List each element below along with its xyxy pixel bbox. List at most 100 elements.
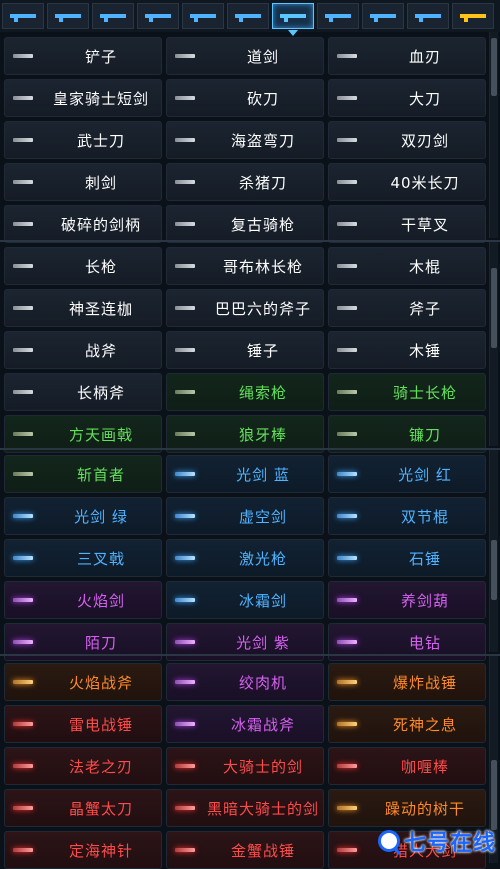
weapon-card[interactable]: 雷电战锤 [4,705,162,743]
weapon-icon [5,539,41,577]
section-divider [0,240,500,242]
weapon-card[interactable]: 海盗弯刀 [166,121,324,159]
scrollbar-thumb[interactable] [491,268,497,348]
weapon-icon [329,331,365,369]
tab-rifle[interactable] [47,3,89,29]
weapon-card[interactable]: 木锤 [328,331,486,369]
weapon-card[interactable]: 冰霜剑 [166,581,324,619]
weapon-icon [5,455,41,493]
weapon-card[interactable]: 斩首者 [4,455,162,493]
shotgun-icon [100,14,126,22]
selected-tab-indicator [288,30,298,36]
weapon-card[interactable]: 晶蟹太刀 [4,789,162,827]
weapon-card[interactable]: 木棍 [328,247,486,285]
weapon-icon [5,121,41,159]
weapon-card[interactable]: 金蟹战锤 [166,831,324,869]
weapon-card[interactable]: 火焰战斧 [4,663,162,701]
weapon-card[interactable]: 铲子 [4,37,162,75]
tab-pistol[interactable] [2,3,44,29]
weapon-card[interactable]: 巴巴六的斧子 [166,289,324,327]
weapon-card[interactable]: 大骑士的剑 [166,747,324,785]
scrollbar-thumb[interactable] [491,760,497,830]
weapon-card[interactable]: 咖喱棒 [328,747,486,785]
tab-shuriken[interactable] [362,3,404,29]
weapon-card[interactable]: 双节棍 [328,497,486,535]
weapon-card[interactable]: 皇家骑士短剑 [4,79,162,117]
weapon-card[interactable]: 定海神针 [4,831,162,869]
weapon-card[interactable]: 哥布林长枪 [166,247,324,285]
tab-heavy-gun[interactable] [137,3,179,29]
weapon-name: 巴巴六的斧子 [214,299,311,318]
weapon-name: 木棍 [408,257,441,276]
weapon-card[interactable]: 死神之息 [328,705,486,743]
weapon-card[interactable]: 武士刀 [4,121,162,159]
weapon-card[interactable]: 爆炸战锤 [328,663,486,701]
weapon-icon [167,373,203,411]
weapon-icon [5,289,41,327]
weapon-card[interactable]: 长枪 [4,247,162,285]
weapon-card[interactable]: 40米长刀 [328,163,486,201]
weapon-card[interactable]: 冰霜战斧 [166,705,324,743]
crown-icon [460,14,486,22]
weapon-card[interactable]: 神圣连枷 [4,289,162,327]
tab-shotgun[interactable] [92,3,134,29]
weapon-name: 铲子 [84,47,117,66]
weapon-name: 血刃 [408,47,441,66]
scrollbar-thumb[interactable] [491,38,497,96]
weapon-card[interactable]: 骑士长枪 [328,373,486,411]
tab-laser-gun[interactable] [182,3,224,29]
weapon-card[interactable]: 双刃剑 [328,121,486,159]
weapon-name: 绞肉机 [238,673,287,692]
weapon-card[interactable]: 道剑 [166,37,324,75]
weapon-icon [329,373,365,411]
weapon-icon [5,663,41,701]
weapon-card[interactable]: 激光枪 [166,539,324,577]
weapon-name: 战斧 [84,341,117,360]
weapon-card[interactable]: 光剑 红 [328,455,486,493]
weapon-name: 破碎的剑柄 [60,215,141,234]
weapon-row: 光剑 绿 虚空剑 双节棍 [4,497,486,535]
tab-fish[interactable] [407,3,449,29]
weapon-card[interactable]: 斧子 [328,289,486,327]
weapon-card[interactable]: 复古骑枪 [166,205,324,243]
weapon-name: 冰霜剑 [238,591,287,610]
weapon-card[interactable]: 虚空剑 [166,497,324,535]
weapon-name: 陌刀 [84,633,117,652]
weapon-icon [329,705,365,743]
weapon-icon [167,289,203,327]
weapon-icon [5,37,41,75]
weapon-card[interactable]: 绳索枪 [166,373,324,411]
weapon-card[interactable]: 血刃 [328,37,486,75]
weapon-card[interactable]: 三叉戟 [4,539,162,577]
weapon-card[interactable]: 石锤 [328,539,486,577]
weapon-icon [329,205,365,243]
weapon-card[interactable]: 大刀 [328,79,486,117]
weapon-card[interactable]: 战斧 [4,331,162,369]
weapon-icon [167,831,203,869]
weapon-card[interactable]: 锤子 [166,331,324,369]
weapon-icon [167,663,203,701]
weapon-card[interactable]: 养剑葫 [328,581,486,619]
weapon-name: 刺剑 [84,173,117,192]
weapon-card[interactable]: 躁动的树干 [328,789,486,827]
weapon-icon [167,79,203,117]
weapon-card[interactable]: 杀猪刀 [166,163,324,201]
weapon-icon [167,205,203,243]
scrollbar-thumb[interactable] [491,540,497,600]
tab-arrow[interactable] [227,3,269,29]
weapon-card[interactable]: 绞肉机 [166,663,324,701]
weapon-card[interactable]: 砍刀 [166,79,324,117]
weapon-card[interactable]: 黑暗大骑士的剑 [166,789,324,827]
weapon-card[interactable]: 光剑 绿 [4,497,162,535]
weapon-card[interactable]: 火焰剑 [4,581,162,619]
tab-spear[interactable] [317,3,359,29]
tab-sword[interactable] [272,3,314,36]
weapon-card[interactable]: 法老之刃 [4,747,162,785]
weapon-row: 长枪 哥布林长枪 木棍 [4,247,486,285]
tab-crown[interactable] [452,3,494,29]
weapon-card[interactable]: 破碎的剑柄 [4,205,162,243]
weapon-card[interactable]: 刺剑 [4,163,162,201]
weapon-card[interactable]: 光剑 蓝 [166,455,324,493]
weapon-card[interactable]: 长柄斧 [4,373,162,411]
weapon-card[interactable]: 干草叉 [328,205,486,243]
